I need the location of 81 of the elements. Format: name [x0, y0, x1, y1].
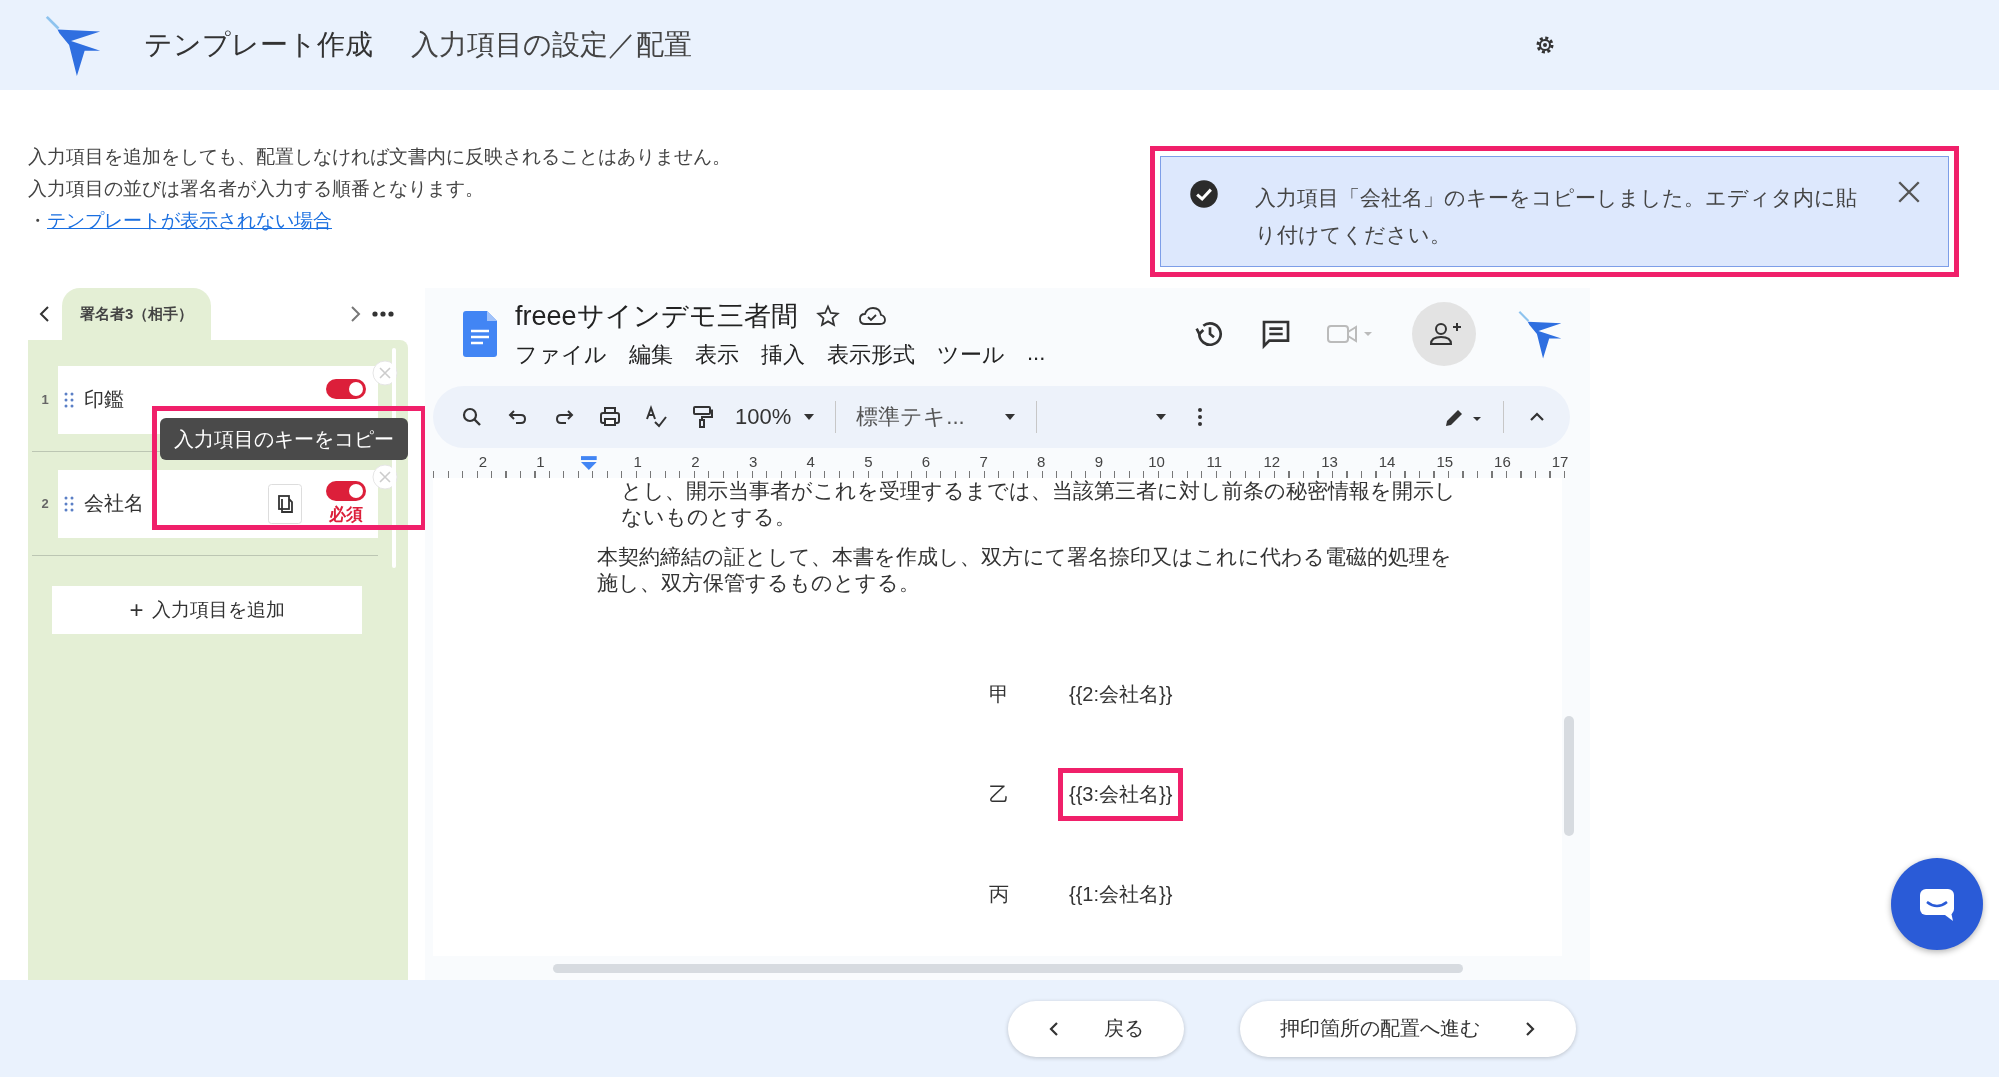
menu-item[interactable]: 挿入	[761, 340, 805, 370]
add-field-button[interactable]: + 入力項目を追加	[52, 586, 362, 634]
ruler-number: 14	[1377, 453, 1397, 470]
document-icon[interactable]	[463, 311, 497, 357]
party-label: 甲	[989, 681, 1010, 707]
ruler-number: 7	[978, 453, 989, 470]
chevron-right-icon	[1524, 1020, 1536, 1037]
ruler-number: 6	[920, 453, 932, 470]
chevron-right-icon[interactable]	[348, 305, 362, 323]
ruler-number: 8	[1036, 453, 1047, 470]
page-title: テンプレート作成	[144, 28, 373, 62]
indent-marker-icon[interactable]	[580, 456, 598, 470]
ruler-number: 3	[747, 453, 759, 470]
ruler-number: 16	[1493, 453, 1512, 470]
ruler-number: 15	[1435, 453, 1455, 470]
menu-item[interactable]: 編集	[629, 340, 673, 370]
chevron-left-icon	[1048, 1020, 1060, 1037]
star-icon[interactable]	[815, 304, 840, 328]
menu-item[interactable]: ツール	[937, 340, 1005, 370]
paragraph: 本契約締結の証として、本書を作成し、双方にて署名捺印又はこれに代わる電磁的処理を施し、双方保管するものとする。	[597, 544, 1453, 596]
menu-item[interactable]: ...	[1027, 340, 1046, 370]
dropdown-caret-icon	[1004, 413, 1017, 421]
next-button[interactable]: 押印箇所の配置へ進む	[1240, 1000, 1576, 1057]
ruler-number: 1	[535, 453, 546, 470]
placeholder-key: {{1:会社名}}	[1058, 867, 1184, 921]
chevron-left-icon[interactable]	[38, 305, 52, 323]
ruler-number: 10	[1147, 453, 1166, 470]
field-card[interactable]: 会社名 必須	[58, 469, 378, 538]
help-link[interactable]: テンプレートが表示されない場合	[47, 209, 332, 233]
required-toggle[interactable]	[326, 378, 366, 399]
menu-item[interactable]: 表示形式	[827, 340, 915, 370]
row-number: 2	[40, 496, 50, 511]
ruler-number: 2	[690, 453, 701, 470]
ruler-number: 5	[863, 453, 874, 470]
ruler-number: 4	[805, 453, 816, 470]
chat-button[interactable]	[1891, 858, 1983, 950]
spellcheck-icon[interactable]	[643, 404, 669, 430]
instruction-text: 入力項目の並びは署名者が入力する順番となります。	[28, 177, 484, 201]
ruler-number: 17	[1550, 453, 1570, 470]
copy-icon[interactable]	[268, 483, 302, 524]
dropdown-caret-icon	[1155, 413, 1168, 421]
drag-handle-icon[interactable]	[64, 494, 74, 513]
placeholder-key: {{2:会社名}}	[1058, 667, 1184, 721]
drag-handle-icon[interactable]	[64, 390, 74, 409]
close-icon[interactable]	[1896, 179, 1922, 205]
add-person-icon[interactable]	[1412, 302, 1476, 366]
ruler-number: 9	[1093, 453, 1105, 470]
check-circle-icon	[1189, 179, 1219, 209]
menu-item[interactable]: 表示	[695, 340, 739, 370]
zoom-dropdown[interactable]: 100%	[735, 404, 816, 430]
ruler-number: 1	[632, 453, 643, 470]
back-button[interactable]: 戻る	[1008, 1000, 1184, 1057]
ruler-number: 13	[1320, 453, 1339, 470]
placeholder-key: {{3:会社名}}	[1058, 767, 1184, 821]
zoom-value: 100%	[735, 404, 792, 430]
instruction-text: 入力項目を追加をしても、配置しなければ文書内に反映されることはありません。	[28, 145, 731, 169]
document-title[interactable]: freeeサインデモ三者間	[515, 298, 798, 334]
row-number: 1	[40, 392, 50, 407]
chat-icon	[1917, 886, 1957, 922]
required-label: 必須	[329, 504, 363, 526]
field-label: 印鑑	[84, 387, 124, 412]
field-label: 会社名	[84, 491, 144, 516]
signer-tab[interactable]: 署名者3（相手）	[62, 288, 212, 340]
bullet: ・	[28, 209, 47, 233]
notification-message: 入力項目「会社名」のキーをコピーしました。エディタ内に貼り付けてください。	[1255, 185, 1858, 248]
cloud-icon[interactable]	[857, 304, 886, 328]
party-label: 丙	[989, 881, 1010, 907]
page-subtitle: 入力項目の設定／配置	[411, 28, 692, 62]
party-label: 乙	[989, 781, 1010, 807]
style-dropdown[interactable]: 標準テキ...	[856, 402, 1017, 432]
ruler-number: 11	[1205, 453, 1223, 470]
style-value: 標準テキ...	[856, 403, 965, 431]
more-icon[interactable]	[372, 310, 394, 318]
dropdown-caret-icon	[803, 413, 816, 421]
tooltip: 入力項目のキーをコピー	[160, 418, 408, 460]
required-toggle[interactable]	[326, 481, 366, 501]
paragraph: とし、開示当事者がこれを受理するまでは、当該第三者に対し前条の秘密情報を開示しないものとする。	[620, 478, 1457, 530]
ruler-number: 12	[1262, 453, 1282, 470]
comment-icon[interactable]	[1260, 318, 1292, 350]
menu-item[interactable]: ファイル	[515, 340, 607, 370]
ruler-number: 2	[477, 453, 488, 470]
